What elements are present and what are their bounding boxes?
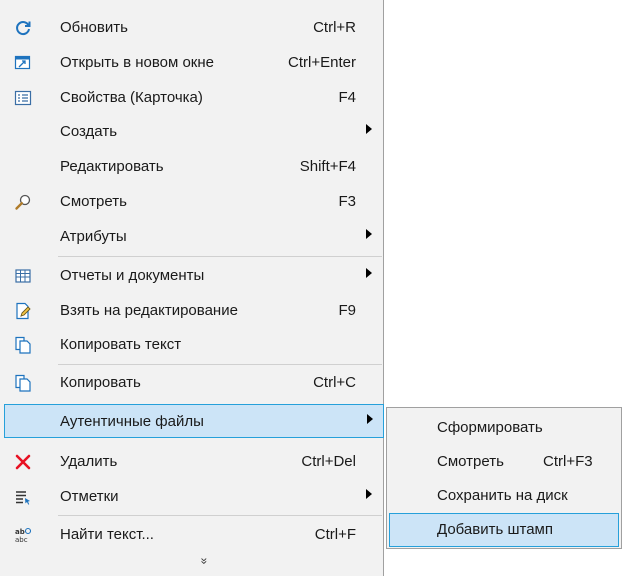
submenu-item-label: Добавить штамп — [437, 521, 553, 538]
table-report-icon — [14, 267, 32, 285]
menu-item-label: Обновить — [60, 19, 128, 36]
menu-item-take-for-edit[interactable]: Взять на редактирование F9 — [2, 294, 382, 328]
menu-item-open-new-window[interactable]: Открыть в новом окне Ctrl+Enter — [2, 46, 382, 80]
menu-item-attributes[interactable]: Атрибуты — [2, 220, 382, 254]
submenu-item-view[interactable]: Смотреть Ctrl+F3 — [389, 445, 619, 479]
menu-item-label: Взять на редактирование — [60, 302, 238, 319]
menu-separator — [58, 364, 382, 365]
open-new-window-icon — [14, 54, 32, 72]
submenu-item-label: Сохранить на диск — [437, 487, 568, 504]
menu-item-refresh[interactable]: Обновить Ctrl+R — [2, 11, 382, 45]
context-menu: Обновить Ctrl+R Открыть в новом окне Ctr… — [0, 0, 384, 576]
submenu-item-save-to-disk[interactable]: Сохранить на диск — [389, 479, 619, 513]
menu-item-label: Открыть в новом окне — [60, 54, 214, 71]
menu-item-label: Создать — [60, 123, 118, 140]
menu-item-shortcut: Ctrl+Del — [301, 453, 356, 470]
properties-card-icon — [14, 89, 32, 107]
delete-x-icon — [14, 453, 32, 471]
menu-item-label: Аутентичные файлы — [60, 413, 204, 430]
menu-item-reports[interactable]: Отчеты и документы — [2, 259, 382, 293]
menu-item-copy-text[interactable]: Копировать текст — [2, 328, 382, 362]
submenu-arrow-icon — [366, 489, 372, 499]
menu-item-delete[interactable]: Удалить Ctrl+Del — [2, 445, 382, 479]
menu-item-find-text[interactable]: ab abc Найти текст... Ctrl+F — [2, 518, 382, 552]
menu-item-label: Редактировать — [60, 158, 164, 175]
menu-item-label: Отчеты и документы — [60, 267, 205, 284]
submenu-arrow-icon — [367, 414, 373, 424]
copy-text-icon — [14, 336, 32, 354]
submenu-arrow-icon — [366, 124, 372, 134]
authentic-files-submenu: Сформировать Смотреть Ctrl+F3 Сохранить … — [386, 407, 622, 549]
menu-item-copy[interactable]: Копировать Ctrl+C — [2, 366, 382, 400]
refresh-icon — [14, 19, 32, 37]
menu-item-marks[interactable]: Отметки — [2, 480, 382, 514]
menu-item-label: Удалить — [60, 453, 118, 470]
menu-item-shortcut: F4 — [338, 89, 356, 106]
menu-item-shortcut: F9 — [338, 302, 356, 319]
menu-item-label: Копировать текст — [60, 336, 182, 353]
svg-text:abc: abc — [15, 536, 28, 544]
find-text-icon: ab abc — [14, 526, 32, 544]
svg-text:ab: ab — [15, 528, 25, 536]
menu-item-create[interactable]: Создать — [2, 115, 382, 149]
submenu-arrow-icon — [366, 229, 372, 239]
menu-item-label: Найти текст... — [60, 526, 154, 543]
menu-item-shortcut: Ctrl+F — [314, 526, 356, 543]
expand-more-icon[interactable]: » — [192, 553, 216, 569]
menu-separator — [58, 256, 382, 257]
menu-item-label: Свойства (Карточка) — [60, 89, 203, 106]
menu-item-shortcut: F3 — [338, 193, 356, 210]
menu-item-label: Атрибуты — [60, 228, 127, 245]
menu-item-shortcut: Ctrl+Enter — [288, 54, 356, 71]
menu-item-edit[interactable]: Редактировать Shift+F4 — [2, 150, 382, 184]
submenu-item-label: Сформировать — [437, 419, 543, 436]
menu-item-label: Смотреть — [60, 193, 127, 210]
marks-list-icon — [14, 488, 32, 506]
menu-item-view[interactable]: Смотреть F3 — [2, 185, 382, 219]
submenu-item-shortcut: Ctrl+F3 — [543, 453, 593, 470]
edit-document-icon — [14, 302, 32, 320]
menu-separator — [58, 515, 382, 516]
magnifier-icon — [14, 193, 32, 211]
submenu-item-add-stamp[interactable]: Добавить штамп — [389, 513, 619, 547]
submenu-arrow-icon — [366, 268, 372, 278]
menu-item-shortcut: Ctrl+R — [313, 19, 356, 36]
menu-item-properties[interactable]: Свойства (Карточка) F4 — [2, 81, 382, 115]
submenu-item-generate[interactable]: Сформировать — [389, 411, 619, 445]
menu-item-shortcut: Shift+F4 — [299, 158, 356, 175]
menu-item-label: Копировать — [60, 374, 141, 391]
copy-icon — [14, 374, 32, 392]
menu-item-shortcut: Ctrl+C — [313, 374, 356, 391]
menu-item-label: Отметки — [60, 488, 119, 505]
submenu-item-label: Смотреть — [437, 453, 504, 470]
menu-item-authentic-files[interactable]: Аутентичные файлы — [4, 404, 384, 438]
